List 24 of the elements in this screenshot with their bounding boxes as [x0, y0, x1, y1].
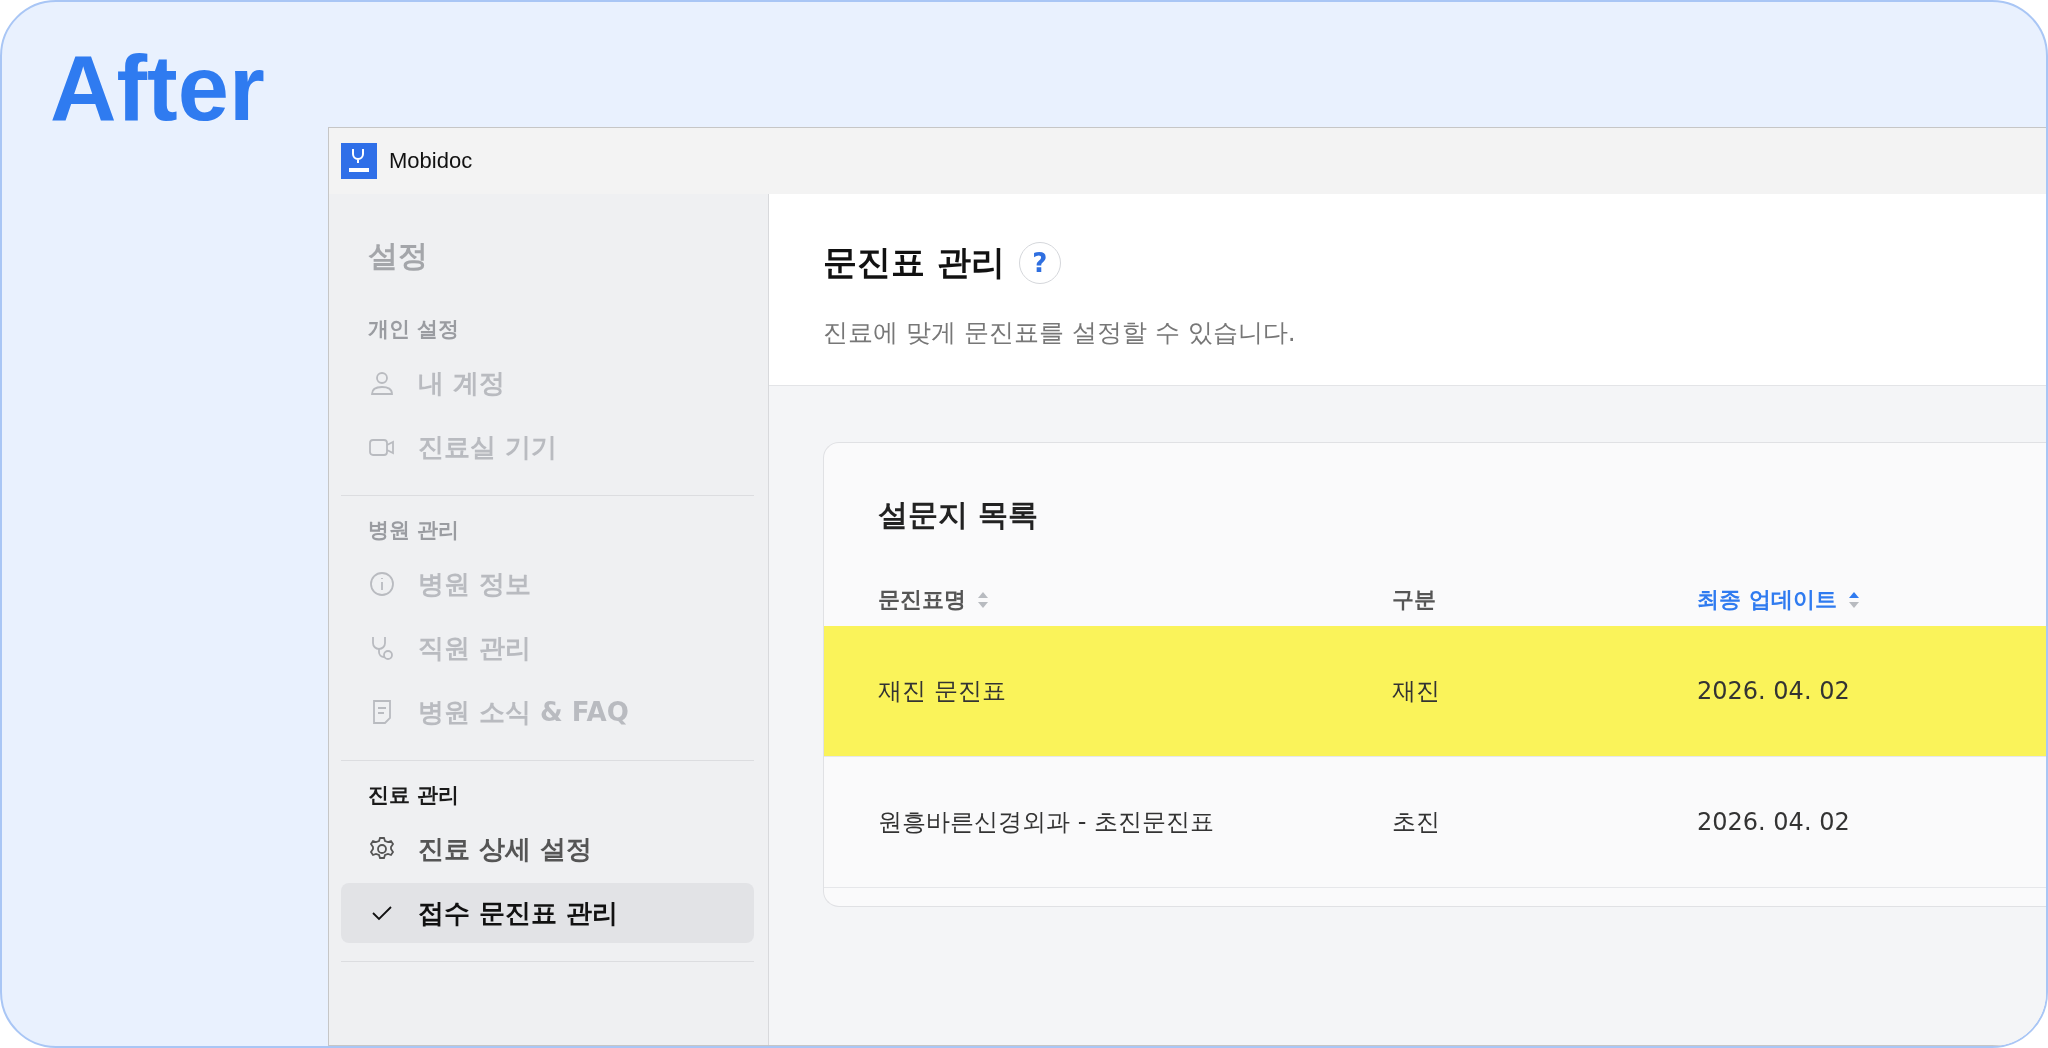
table-cell: 2026. 04. 02	[1697, 626, 2046, 757]
user-icon	[368, 369, 396, 397]
table-cell: 재진	[1392, 626, 1697, 757]
section-label: 병원 관리	[368, 517, 460, 544]
table-cell: 재진 문진표	[824, 626, 1392, 757]
caption-heading: After	[50, 37, 265, 139]
section-label: 진료 관리	[368, 782, 460, 809]
card-title: 설문지 목록	[878, 496, 1039, 534]
sidebar-item[interactable]: 진료 상세 설정	[341, 819, 754, 879]
column-header[interactable]: 구분	[1392, 585, 1436, 615]
page-title: 문진표 관리	[823, 241, 1005, 284]
window-title: Mobidoc	[389, 148, 473, 174]
app-logo-icon	[341, 143, 377, 179]
sidebar-item[interactable]: 접수 문진표 관리	[341, 883, 754, 943]
info-icon	[368, 570, 396, 598]
column-header[interactable]: 문진표명	[878, 585, 966, 615]
table-cell: 원흥바른신경외과 - 초진문진표	[824, 757, 1392, 888]
section-label: 개인 설정	[368, 316, 460, 343]
table-cell: 초진	[1392, 757, 1697, 888]
page-description: 진료에 맞게 문진표를 설정할 수 있습니다.	[823, 317, 1296, 349]
column-header[interactable]: 최종 업데이트	[1697, 585, 1837, 615]
table-cell: 2026. 04. 02	[1697, 757, 2046, 888]
sidebar-title: 설정	[367, 237, 428, 275]
help-button[interactable]: ?	[1018, 242, 1061, 284]
